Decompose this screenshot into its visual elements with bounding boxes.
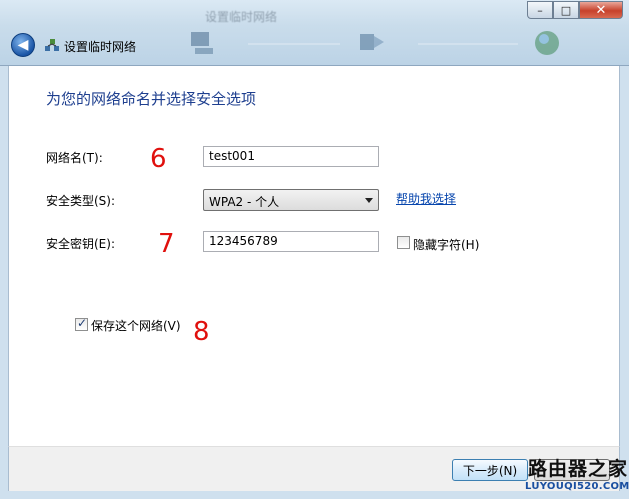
adapter-icon: [360, 34, 384, 50]
network-name-input[interactable]: test001: [203, 146, 379, 167]
security-type-value: WPA2 - 个人: [209, 195, 280, 209]
annotation-7: 7: [158, 229, 175, 259]
wizard-line: [248, 43, 340, 45]
network-icon: [45, 39, 59, 51]
wizard-line: [418, 43, 518, 45]
computer-icon: [191, 32, 213, 54]
minimize-button[interactable]: –: [527, 1, 553, 19]
page-heading: 为您的网络命名并选择安全选项: [46, 90, 257, 108]
annotation-8: 8: [193, 317, 210, 347]
help-me-choose-link[interactable]: 帮助我选择: [396, 190, 456, 207]
network-name-label: 网络名(T):: [46, 151, 103, 165]
watermark-brand: 路由器之家: [528, 458, 629, 480]
security-type-dropdown[interactable]: WPA2 - 个人: [203, 189, 379, 211]
close-button[interactable]: ✕: [579, 1, 623, 19]
watermark-url: LUYOUQI520.COM: [525, 481, 629, 492]
hide-characters-label: 隐藏字符(H): [413, 238, 480, 252]
content-panel: [8, 66, 620, 446]
security-key-label: 安全密钥(E):: [46, 237, 115, 251]
security-key-input[interactable]: 123456789: [203, 231, 379, 252]
annotation-6: 6: [150, 144, 167, 174]
security-type-label: 安全类型(S):: [46, 194, 116, 208]
next-button[interactable]: 下一步(N): [452, 459, 528, 481]
next-button-label: 下一步(N): [462, 463, 518, 478]
maximize-button[interactable]: □: [553, 1, 579, 19]
caption-buttons: – □ ✕: [527, 1, 623, 21]
save-network-label: 保存这个网络(V): [91, 319, 181, 333]
wizard-title: 设置临时网络: [64, 40, 137, 54]
chevron-down-icon: [365, 198, 373, 203]
save-network-checkbox[interactable]: [75, 316, 88, 331]
window-title: 设置临时网络: [205, 10, 278, 24]
hide-characters-checkbox[interactable]: [397, 236, 410, 249]
globe-icon: [535, 31, 559, 55]
back-button[interactable]: ◀: [11, 33, 35, 57]
